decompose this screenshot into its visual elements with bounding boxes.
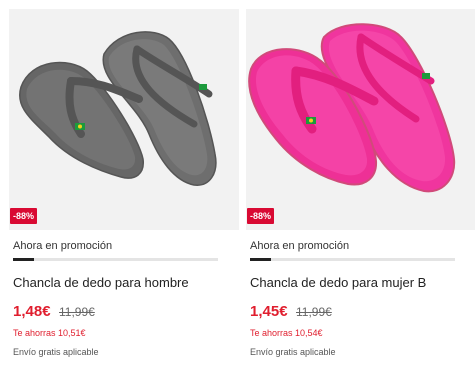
savings-text: Te ahorras 10,51€: [13, 328, 86, 338]
current-price: 1,45€: [250, 303, 288, 320]
shipping-text: Envío gratis aplicable: [13, 347, 99, 357]
promo-progress-fill: [250, 258, 271, 261]
product-title[interactable]: Chancla de dedo para hombre: [13, 275, 189, 290]
savings-text: Te ahorras 10,54€: [250, 328, 323, 338]
price-row: 1,48€ 11,99€: [13, 303, 95, 321]
product-title[interactable]: Chancla de dedo para mujer B: [250, 275, 426, 290]
original-price: 11,99€: [59, 305, 95, 319]
promo-label: Ahora en promoción: [13, 240, 113, 252]
promo-label: Ahora en promoción: [250, 240, 350, 252]
product-image-pink-flip-flops[interactable]: -88%: [246, 9, 475, 230]
promo-progress-bar: [250, 258, 455, 261]
product-card[interactable]: -88% Ahora en promoción Chancla de dedo …: [9, 9, 239, 379]
shipping-text: Envío gratis aplicable: [250, 347, 336, 357]
original-price: 11,99€: [296, 305, 332, 319]
promo-progress-fill: [13, 258, 34, 261]
current-price: 1,48€: [13, 303, 51, 320]
price-row: 1,45€ 11,99€: [250, 303, 332, 321]
product-image-gray-flip-flops[interactable]: -88%: [9, 9, 239, 230]
promo-progress-bar: [13, 258, 218, 261]
discount-badge: -88%: [247, 208, 275, 224]
discount-badge: -88%: [10, 208, 38, 224]
product-card[interactable]: -88% Ahora en promoción Chancla de dedo …: [246, 9, 475, 379]
